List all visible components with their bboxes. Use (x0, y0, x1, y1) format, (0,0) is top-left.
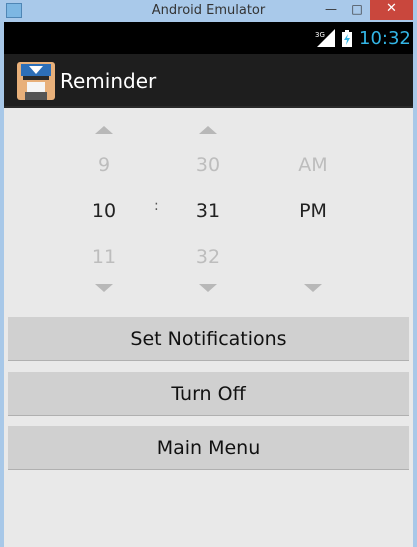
minute-prev[interactable]: 30 (168, 142, 248, 188)
signal-3g-icon: 3G (315, 29, 335, 47)
page-title: Reminder (60, 69, 157, 93)
set-notifications-button[interactable]: Set Notifications (8, 317, 409, 361)
ampm-picker[interactable]: AM PM (273, 126, 353, 300)
ampm-toggle-icon[interactable] (304, 284, 322, 292)
minute-decrement-icon[interactable] (199, 284, 217, 292)
hour-next[interactable]: 11 (64, 234, 144, 280)
minute-next[interactable]: 32 (168, 234, 248, 280)
battery-charging-icon (342, 30, 352, 47)
hour-picker[interactable]: 9 10 11 (64, 126, 144, 300)
turn-off-button[interactable]: Turn Off (8, 372, 409, 416)
avatar-icon[interactable] (17, 62, 55, 100)
device-screen: 3G 10:32 Reminder 9 10 11 : 30 31 32 AM … (4, 22, 413, 547)
minute-picker[interactable]: 30 31 32 (168, 126, 248, 300)
hour-prev[interactable]: 9 (64, 142, 144, 188)
minute-current[interactable]: 31 (168, 188, 248, 234)
maximize-button[interactable]: □ (344, 0, 370, 20)
ampm-next (273, 234, 353, 280)
time-separator: : (154, 198, 159, 214)
status-clock: 10:32 (359, 28, 411, 49)
hour-current[interactable]: 10 (64, 188, 144, 234)
status-bar: 3G 10:32 (4, 22, 413, 54)
minute-increment-icon[interactable] (199, 126, 217, 134)
hour-increment-icon[interactable] (95, 126, 113, 134)
ampm-prev[interactable]: AM (273, 142, 353, 188)
window-title-bar: Android Emulator — □ ✕ (0, 0, 417, 22)
close-button[interactable]: ✕ (370, 0, 413, 20)
action-bar: Reminder (4, 54, 413, 108)
main-menu-button[interactable]: Main Menu (8, 426, 409, 470)
svg-text:3G: 3G (315, 31, 325, 39)
hour-decrement-icon[interactable] (95, 284, 113, 292)
minimize-button[interactable]: — (318, 0, 344, 20)
ampm-current[interactable]: PM (273, 188, 353, 234)
